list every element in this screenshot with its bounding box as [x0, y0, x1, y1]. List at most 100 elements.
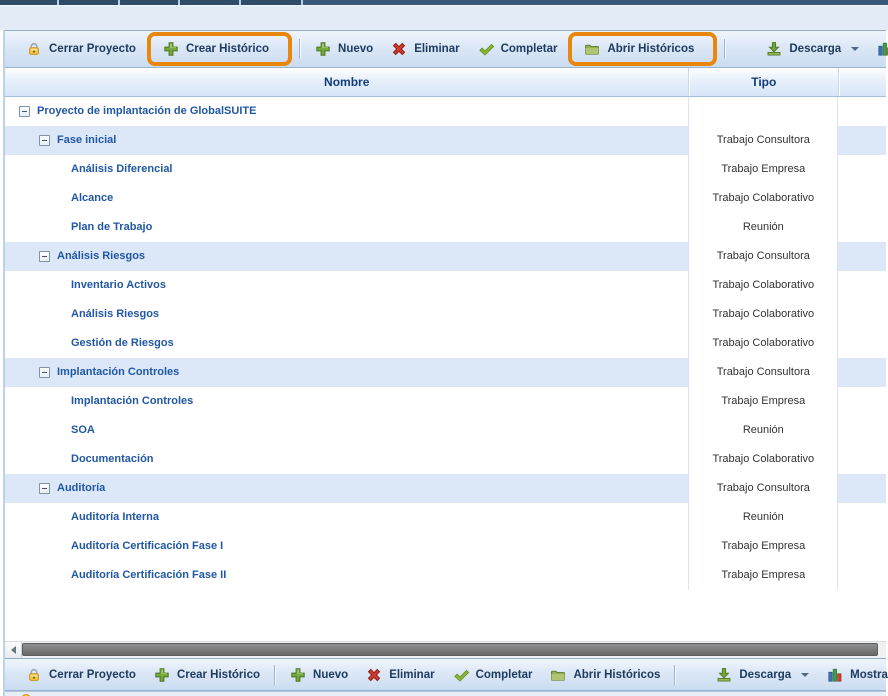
toolbar-button-label: Eliminar: [414, 43, 459, 55]
column-header-label: Tipo: [751, 75, 776, 89]
plus-icon: [290, 667, 306, 683]
cell-stub: [838, 445, 886, 474]
cell-nombre: Auditoría: [5, 474, 688, 503]
table-row[interactable]: Implantación ControlesTrabajo Empresa: [5, 387, 886, 416]
cell-nombre: Análisis Riesgos: [5, 300, 688, 329]
table-row[interactable]: SOAReunión: [5, 416, 886, 445]
table-row[interactable]: Fase inicialTrabajo Consultora: [5, 126, 886, 155]
collapse-toggle-icon[interactable]: [19, 106, 30, 117]
cell-stub: [838, 387, 886, 416]
cell-nombre: Fase inicial: [5, 126, 688, 155]
toolbar-button-label: Crear Histórico: [177, 669, 260, 681]
cell-tipo: Trabajo Consultora: [688, 358, 838, 387]
scrollbar-track[interactable]: [22, 642, 886, 658]
cell-tipo: Trabajo Colaborativo: [688, 271, 838, 300]
tree-node-label: Análisis Riesgos: [57, 242, 145, 271]
tree-node-label: Proyecto de implantación de GlobalSUITE: [37, 97, 256, 126]
table-row[interactable]: AuditoríaTrabajo Consultora: [5, 474, 886, 503]
column-header-label: Nombre: [324, 75, 369, 89]
table-row[interactable]: Análisis RiesgosTrabajo Colaborativo: [5, 300, 886, 329]
collapse-toggle-icon[interactable]: [39, 135, 50, 146]
collapse-toggle-icon[interactable]: [39, 251, 50, 262]
cell-stub: [838, 184, 886, 213]
toolbar-button-crear-historico[interactable]: Crear Histórico: [154, 38, 278, 60]
toolbar-separator: [674, 665, 676, 685]
plus-icon: [163, 41, 179, 57]
cell-nombre: Implantación Controles: [5, 387, 688, 416]
toolbar-button-abrir-historicos[interactable]: Abrir Históricos: [541, 664, 669, 686]
scrollbar-thumb[interactable]: [22, 643, 878, 656]
cell-stub: [838, 561, 886, 590]
toolbar-button-label: Eliminar: [389, 669, 434, 681]
highlight-box-abrir-historicos: Abrir Históricos: [568, 32, 717, 66]
table-row[interactable]: Análisis Diferencial Trabajo Empresa: [5, 155, 886, 184]
scroll-left-arrow-button[interactable]: [5, 642, 22, 658]
cell-nombre: Implantación Controles: [5, 358, 688, 387]
cell-tipo: Trabajo Empresa: [688, 155, 838, 184]
toolbar-button-label: Abrir Históricos: [573, 669, 660, 681]
cell-stub: [838, 358, 886, 387]
table-row[interactable]: Auditoría InternaReunión: [5, 503, 886, 532]
toolbar-button-label: Descarga: [789, 43, 841, 55]
application-window: Cerrar Proyecto Crear Histórico Nuevo Elimi…: [0, 0, 888, 696]
cell-nombre: Análisis Riesgos: [5, 242, 688, 271]
toolbar-button-label: Completar: [476, 669, 533, 681]
cell-stub: [838, 503, 886, 532]
cell-nombre: Documentación: [5, 445, 688, 474]
toolbar-button-abrir-historicos[interactable]: Abrir Históricos: [575, 38, 703, 60]
table-row[interactable]: Plan de TrabajoReunión: [5, 213, 886, 242]
table-row[interactable]: Proyecto de implantación de GlobalSUITE: [5, 97, 886, 126]
column-header-tipo[interactable]: Tipo: [688, 68, 838, 96]
toolbar-button-nuevo[interactable]: Nuevo: [306, 38, 382, 60]
tree-node-label: Análisis Diferencial: [71, 155, 173, 184]
bar-chart-icon: [827, 667, 843, 683]
table-row[interactable]: Análisis RiesgosTrabajo Consultora: [5, 242, 886, 271]
toolbar-button-label: Abrir Históricos: [607, 43, 694, 55]
column-header-nombre[interactable]: Nombre: [5, 68, 688, 96]
tree-node-label: Análisis Riesgos: [71, 300, 159, 329]
toolbar-button-descarga[interactable]: Descarga: [707, 664, 818, 686]
toolbar-button-label: Completar: [501, 43, 558, 55]
cell-stub: [838, 271, 886, 300]
toolbar-button-completar[interactable]: Completar: [469, 38, 567, 60]
table-row[interactable]: Auditoría Certificación Fase ITrabajo Em…: [5, 532, 886, 561]
table-row[interactable]: Auditoría Certificación Fase IITrabajo E…: [5, 561, 886, 590]
toolbar-separator: [299, 39, 301, 59]
folder-icon: [550, 667, 566, 683]
toolbar-button-mostrar-graficas[interactable]: Mostrar Gráficas: [818, 664, 888, 686]
cell-nombre: Alcance: [5, 184, 688, 213]
toolbar-button-completar[interactable]: Completar: [444, 664, 542, 686]
cell-tipo: Trabajo Empresa: [688, 532, 838, 561]
tree-node-label: Gestión de Riesgos: [71, 329, 174, 358]
dropdown-arrow-icon: [851, 47, 859, 51]
tab-strip-segment: [303, 0, 888, 5]
toolbar-button-descarga[interactable]: Descarga: [757, 38, 868, 60]
tree-node-label: Implantación Controles: [71, 387, 193, 416]
toolbar-button-eliminar[interactable]: Eliminar: [357, 664, 443, 686]
tab-separator: [178, 0, 180, 5]
toolbar-button-crear-historico[interactable]: Crear Histórico: [145, 664, 269, 686]
cell-stub: [838, 532, 886, 561]
cell-stub: [838, 329, 886, 358]
toolbar-button-label: Nuevo: [313, 669, 348, 681]
tree-node-label: Fase inicial: [57, 126, 116, 155]
toolbar-top: Cerrar Proyecto Crear Histórico Nuevo Elimi…: [5, 30, 886, 68]
tree-node-label: Alcance: [71, 184, 113, 213]
toolbar-button-cerrar-proyecto[interactable]: Cerrar Proyecto: [17, 664, 145, 686]
table-row[interactable]: DocumentaciónTrabajo Colaborativo: [5, 445, 886, 474]
collapse-toggle-icon[interactable]: [39, 367, 50, 378]
cell-nombre: Auditoría Certificación Fase I: [5, 532, 688, 561]
table-row[interactable]: AlcanceTrabajo Colaborativo: [5, 184, 886, 213]
table-row[interactable]: Inventario ActivosTrabajo Colaborativo: [5, 271, 886, 300]
cell-stub: [838, 416, 886, 445]
toolbar-button-eliminar[interactable]: Eliminar: [382, 38, 468, 60]
table-row[interactable]: Implantación ControlesTrabajo Consultora: [5, 358, 886, 387]
table-row[interactable]: Gestión de RiesgosTrabajo Colaborativo: [5, 329, 886, 358]
toolbar-button-nuevo[interactable]: Nuevo: [281, 664, 357, 686]
toolbar-button-cerrar-proyecto[interactable]: Cerrar Proyecto: [17, 38, 145, 60]
folder-icon: [584, 41, 600, 57]
collapse-toggle-icon[interactable]: [39, 483, 50, 494]
cell-nombre: Auditoría Certificación Fase II: [5, 561, 688, 590]
toolbar-button-mostrar-graficas[interactable]: Mostrar Gráficas: [868, 38, 888, 60]
horizontal-scrollbar[interactable]: [5, 641, 886, 658]
